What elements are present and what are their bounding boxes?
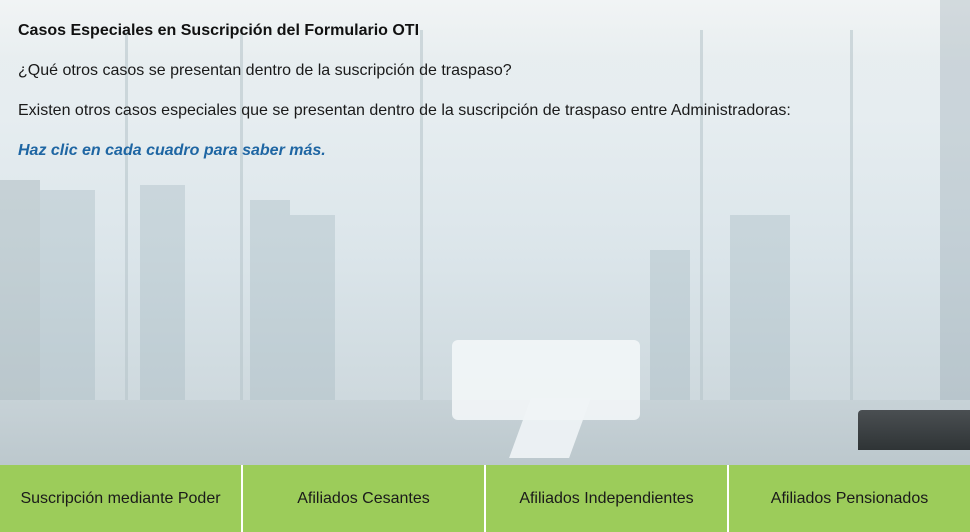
description-text: Existen otros casos especiales que se pr… <box>18 102 791 119</box>
slide-content: Casos Especiales en Suscripción del Form… <box>18 20 948 162</box>
background-building <box>140 185 185 400</box>
afiliados-pensionados-button[interactable]: Afiliados Pensionados <box>729 465 970 532</box>
button-label: Afiliados Independientes <box>519 489 694 507</box>
background-wall <box>0 180 40 410</box>
suscripcion-poder-button[interactable]: Suscripción mediante Poder <box>0 465 243 532</box>
button-label: Afiliados Cesantes <box>297 489 430 507</box>
background-building <box>650 250 690 400</box>
slide-stage: Casos Especiales en Suscripción del Form… <box>0 0 970 532</box>
button-label: Afiliados Pensionados <box>770 489 929 507</box>
instruction-hint: Haz clic en cada cuadro para saber más. <box>18 142 326 159</box>
background-table <box>858 410 970 450</box>
background-building <box>730 215 790 400</box>
page-title: Casos Especiales en Suscripción del Form… <box>18 22 420 39</box>
button-label: Suscripción mediante Poder <box>20 489 221 507</box>
background-building <box>290 215 335 400</box>
background-building <box>250 200 290 400</box>
afiliados-independientes-button[interactable]: Afiliados Independientes <box>486 465 729 532</box>
question-text: ¿Qué otros casos se presentan dentro de … <box>18 62 512 79</box>
background-building <box>40 190 95 400</box>
case-buttons-bar: Suscripción mediante Poder Afiliados Ces… <box>0 465 970 532</box>
afiliados-cesantes-button[interactable]: Afiliados Cesantes <box>243 465 486 532</box>
